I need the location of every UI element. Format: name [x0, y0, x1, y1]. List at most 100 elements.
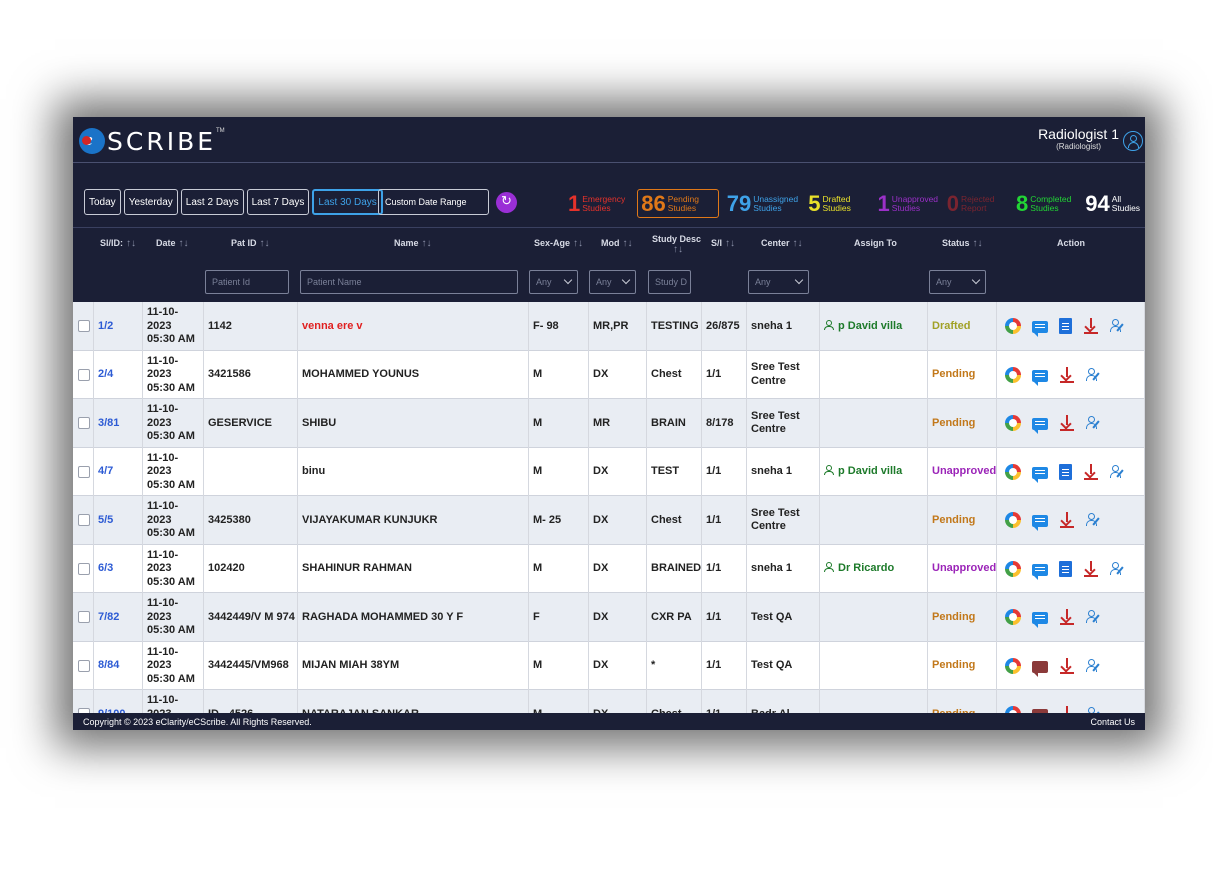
col-date[interactable]: Date ↑↓ [156, 238, 189, 249]
stat-pending[interactable]: 86 Pending Studies [637, 189, 719, 218]
assign-user-icon[interactable] [1086, 658, 1102, 674]
col-center[interactable]: Center ↑↓ [761, 238, 803, 249]
cell-sid[interactable]: 4/7 [94, 447, 143, 496]
stat-count: 86 [641, 190, 666, 216]
sex-age-filter-select[interactable]: Any [529, 270, 578, 294]
custom-date-range-input[interactable]: Custom Date Range [378, 189, 489, 215]
cell-sid[interactable]: 7/82 [94, 593, 143, 642]
chat-icon[interactable] [1032, 321, 1048, 338]
study-desc-filter-input[interactable]: Study D [648, 270, 691, 294]
viewer-icon[interactable] [1005, 318, 1021, 335]
cell-sid[interactable]: 9/100 [94, 690, 143, 713]
row-checkbox[interactable] [78, 611, 90, 624]
viewer-icon[interactable] [1005, 560, 1021, 577]
table-row[interactable]: 4/7 11-10- 2023 05:30 AM binu M DX TEST 1/1 sneha… [73, 447, 1145, 496]
chat-icon[interactable] [1032, 418, 1048, 435]
mod-filter-select[interactable]: Any [589, 270, 636, 294]
viewer-icon[interactable] [1005, 609, 1021, 626]
assign-user-icon[interactable] [1110, 561, 1126, 577]
row-checkbox[interactable] [78, 562, 90, 575]
col-name[interactable]: Name ↑↓ [394, 238, 432, 249]
stat-rejected[interactable]: 0 Rejected Report [947, 189, 1008, 218]
status-filter-select[interactable]: Any [929, 270, 986, 294]
chat-icon[interactable] [1032, 660, 1048, 677]
viewer-icon[interactable] [1005, 512, 1021, 529]
filter-yesterday-button[interactable]: Yesterday [123, 189, 178, 215]
col-status[interactable]: Status ↑↓ [942, 238, 983, 249]
download-icon[interactable] [1059, 512, 1075, 529]
escribe-logo[interactable]: e SCRIBE TM [79, 124, 225, 158]
cell-sid[interactable]: 3/81 [94, 399, 143, 448]
download-icon[interactable] [1059, 657, 1075, 674]
assign-user-icon[interactable] [1086, 609, 1102, 625]
table-row[interactable]: 9/10011-10-202305:30 AMID - 4526NATARAJA… [73, 690, 1145, 713]
download-icon[interactable] [1083, 463, 1099, 480]
cell-sid[interactable]: 5/5 [94, 496, 143, 545]
report-doc-icon[interactable] [1059, 463, 1072, 480]
patient-id-filter-input[interactable]: Patient Id [205, 270, 289, 294]
viewer-icon[interactable] [1005, 415, 1021, 432]
filter-today-button[interactable]: Today [84, 189, 121, 215]
chat-icon[interactable] [1032, 612, 1048, 629]
chat-icon[interactable] [1032, 563, 1048, 580]
patient-name-filter-input[interactable]: Patient Name [300, 270, 518, 294]
col-sid[interactable]: Sl/ID: ↑↓ [100, 238, 136, 249]
row-checkbox[interactable] [78, 417, 90, 430]
cell-sid[interactable]: 6/3 [94, 544, 143, 593]
table-row[interactable]: 5/5 11-10- 2023 05:30 AM 3425380 VIJAYAKUMAR … [73, 496, 1145, 545]
assign-user-icon[interactable] [1086, 367, 1102, 383]
download-icon[interactable] [1083, 560, 1099, 577]
chat-icon[interactable] [1032, 369, 1048, 386]
viewer-icon[interactable] [1005, 657, 1021, 674]
viewer-icon[interactable] [1005, 706, 1021, 713]
cell-sid[interactable]: 1/2 [94, 302, 143, 351]
filter-last-7-days-button[interactable]: Last 7 Days [246, 189, 310, 215]
table-row[interactable]: 7/82 11-10- 2023 05:30 AM 3442449/V M 974 RAG… [73, 593, 1145, 642]
assign-user-icon[interactable] [1086, 512, 1102, 528]
stat-emergency[interactable]: 1 Emergency Studies [568, 189, 629, 218]
col-sex-age[interactable]: Sex-Age ↑↓ [534, 238, 583, 249]
col-si[interactable]: S/I ↑↓ [711, 238, 735, 249]
contact-us-link[interactable]: Contact Us [1090, 717, 1135, 727]
report-doc-icon[interactable] [1059, 560, 1072, 577]
assign-user-icon[interactable] [1110, 464, 1126, 480]
assign-user-icon[interactable] [1086, 706, 1102, 713]
assign-user-icon[interactable] [1086, 415, 1102, 431]
user-profile-icon[interactable] [1123, 131, 1143, 151]
viewer-icon[interactable] [1005, 366, 1021, 383]
cell-sid[interactable]: 2/4 [94, 350, 143, 399]
download-icon[interactable] [1083, 318, 1099, 335]
center-filter-select[interactable]: Any [748, 270, 809, 294]
table-row[interactable]: 2/4 11-10- 2023 05:30 AM 3421586 MOHAMMED YOU… [73, 350, 1145, 399]
filter-last-30-days-button[interactable]: Last 30 Days [312, 189, 383, 215]
report-doc-icon[interactable] [1059, 318, 1072, 335]
row-checkbox[interactable] [78, 368, 90, 381]
filter-last-2-days-button[interactable]: Last 2 Days [180, 189, 244, 215]
assign-user-icon[interactable] [1110, 318, 1126, 334]
download-icon[interactable] [1059, 415, 1075, 432]
cell-sid[interactable]: 8/84 [94, 641, 143, 690]
row-checkbox[interactable] [78, 465, 90, 478]
stat-drafted[interactable]: 5 Drafted Studies [808, 189, 869, 218]
col-patid[interactable]: Pat ID ↑↓ [231, 238, 270, 249]
stat-all[interactable]: 94 All Studies [1085, 189, 1145, 218]
row-checkbox[interactable] [78, 659, 90, 672]
table-row[interactable]: 6/3 11-10- 2023 05:30 AM 102420 SHAHINUR RAHM… [73, 544, 1145, 593]
table-row[interactable]: 8/84 11-10- 2023 05:30 AM 3442445/VM968 MIJAN… [73, 641, 1145, 690]
chat-icon[interactable] [1032, 466, 1048, 483]
col-study-desc[interactable]: Study Desc ↑↓ [652, 234, 701, 255]
table-row[interactable]: 1/2 11-10- 2023 05:30 AM 1142 venna ere v F- 9… [73, 302, 1145, 351]
col-mod[interactable]: Mod ↑↓ [601, 238, 633, 249]
stat-completed[interactable]: 8 Completed Studies [1016, 189, 1077, 218]
viewer-icon[interactable] [1005, 463, 1021, 480]
download-icon[interactable] [1059, 366, 1075, 383]
download-icon[interactable] [1059, 706, 1075, 713]
download-icon[interactable] [1059, 609, 1075, 626]
chat-icon[interactable] [1032, 515, 1048, 532]
stat-unassigned[interactable]: 79 Unassigned Studies [727, 189, 800, 218]
table-row[interactable]: 3/81 11-10- 2023 05:30 AM GESERVICE SHIBU M MR B… [73, 399, 1145, 448]
row-checkbox[interactable] [78, 320, 90, 333]
stat-unapproved[interactable]: 1 Unapproved Studies [877, 189, 938, 218]
row-checkbox[interactable] [78, 514, 90, 527]
refresh-icon[interactable] [496, 192, 517, 213]
